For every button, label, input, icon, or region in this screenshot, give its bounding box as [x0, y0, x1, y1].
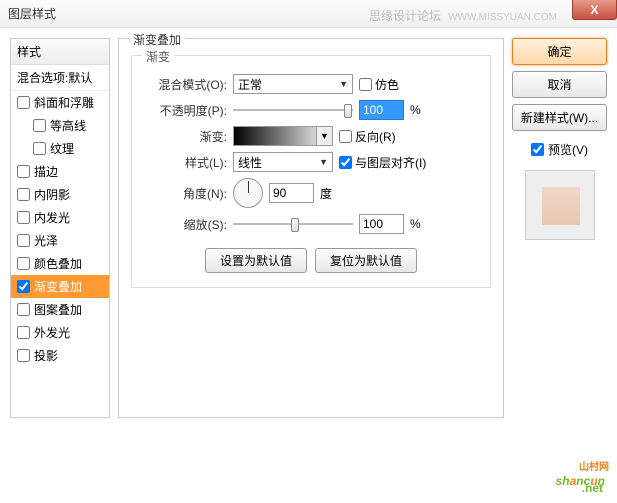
cancel-button[interactable]: 取消 — [512, 71, 607, 98]
opacity-input[interactable] — [359, 100, 404, 120]
fieldset-title: 渐变叠加 — [129, 31, 185, 48]
style-item[interactable]: 等高线 — [11, 114, 109, 137]
style-select[interactable]: 线性 ▼ — [233, 152, 333, 172]
gradient-overlay-fieldset: 渐变叠加 渐变 混合模式(O): 正常 ▼ 仿色 不透明度(P): — [118, 38, 504, 418]
slider-thumb[interactable] — [291, 218, 299, 232]
watermark-logo: shancun 山村网 .net — [556, 456, 605, 493]
ok-button[interactable]: 确定 — [512, 38, 607, 65]
style-item-label: 光泽 — [34, 232, 58, 249]
style-item-label: 投影 — [34, 347, 58, 364]
chevron-down-icon: ▼ — [319, 157, 328, 167]
style-item[interactable]: 图案叠加 — [11, 298, 109, 321]
window-title: 图层样式 — [8, 5, 56, 22]
slider-thumb[interactable] — [344, 104, 352, 118]
scale-input[interactable] — [359, 214, 404, 234]
style-row: 样式(L): 线性 ▼ 与图层对齐(I) — [142, 152, 480, 172]
style-item-checkbox[interactable] — [33, 142, 46, 155]
style-item-checkbox[interactable] — [17, 234, 30, 247]
make-default-button[interactable]: 设置为默认值 — [205, 248, 307, 273]
reset-default-button[interactable]: 复位为默认值 — [315, 248, 417, 273]
close-button[interactable]: X — [572, 0, 617, 20]
style-item-checkbox[interactable] — [17, 303, 30, 316]
scale-slider[interactable] — [233, 215, 353, 233]
style-item[interactable]: 光泽 — [11, 229, 109, 252]
style-item-checkbox[interactable] — [17, 211, 30, 224]
style-item-checkbox[interactable] — [17, 326, 30, 339]
angle-dial[interactable] — [233, 178, 263, 208]
dither-checkbox[interactable]: 仿色 — [359, 76, 399, 93]
blend-mode-label: 混合模式(O): — [142, 76, 227, 93]
watermark-top: 思缘设计论坛 WWW.MISSYUAN.COM — [369, 7, 557, 24]
style-item-label: 渐变叠加 — [34, 278, 82, 295]
style-item[interactable]: 颜色叠加 — [11, 252, 109, 275]
scale-row: 缩放(S): % — [142, 214, 480, 234]
main-panel: 渐变叠加 渐变 混合模式(O): 正常 ▼ 仿色 不透明度(P): — [118, 38, 504, 418]
style-item[interactable]: 内阴影 — [11, 183, 109, 206]
style-item[interactable]: 描边 — [11, 160, 109, 183]
dialog-body: 样式 混合选项:默认 斜面和浮雕等高线纹理描边内阴影内发光光泽颜色叠加渐变叠加图… — [0, 28, 617, 428]
style-label: 样式(L): — [142, 154, 227, 171]
chevron-down-icon: ▼ — [339, 79, 348, 89]
align-checkbox[interactable]: 与图层对齐(I) — [339, 154, 426, 171]
styles-list-panel: 样式 混合选项:默认 斜面和浮雕等高线纹理描边内阴影内发光光泽颜色叠加渐变叠加图… — [10, 38, 110, 418]
style-item-label: 纹理 — [50, 140, 74, 157]
angle-label: 角度(N): — [142, 185, 227, 202]
scale-label: 缩放(S): — [142, 216, 227, 233]
gradient-row: 渐变: ▼ 反向(R) — [142, 126, 480, 146]
style-item-label: 外发光 — [34, 324, 70, 341]
style-item-checkbox[interactable] — [17, 165, 30, 178]
style-item-checkbox[interactable] — [33, 119, 46, 132]
gradient-label: 渐变: — [142, 128, 227, 145]
default-buttons-row: 设置为默认值 复位为默认值 — [142, 248, 480, 273]
style-item-label: 颜色叠加 — [34, 255, 82, 272]
style-item-label: 等高线 — [50, 117, 86, 134]
gradient-inner-fieldset: 渐变 混合模式(O): 正常 ▼ 仿色 不透明度(P): — [131, 55, 491, 288]
preview-checkbox[interactable]: 预览(V) — [512, 141, 607, 158]
blend-options-item[interactable]: 混合选项:默认 — [11, 65, 109, 91]
style-item-checkbox[interactable] — [17, 349, 30, 362]
opacity-row: 不透明度(P): % — [142, 100, 480, 120]
inner-fieldset-title: 渐变 — [142, 48, 174, 65]
style-item[interactable]: 投影 — [11, 344, 109, 367]
right-panel: 确定 取消 新建样式(W)... 预览(V) — [512, 38, 607, 418]
blend-mode-row: 混合模式(O): 正常 ▼ 仿色 — [142, 74, 480, 94]
style-item-label: 内阴影 — [34, 186, 70, 203]
style-item-checkbox[interactable] — [17, 188, 30, 201]
opacity-slider[interactable] — [233, 101, 353, 119]
style-item[interactable]: 渐变叠加 — [11, 275, 109, 298]
close-icon: X — [590, 3, 598, 17]
style-item[interactable]: 外发光 — [11, 321, 109, 344]
gradient-picker[interactable]: ▼ — [233, 126, 333, 146]
style-item-checkbox[interactable] — [17, 280, 30, 293]
style-item-checkbox[interactable] — [17, 257, 30, 270]
titlebar: 图层样式 思缘设计论坛 WWW.MISSYUAN.COM X — [0, 0, 617, 28]
style-item-label: 描边 — [34, 163, 58, 180]
style-item-checkbox[interactable] — [17, 96, 30, 109]
opacity-label: 不透明度(P): — [142, 102, 227, 119]
new-style-button[interactable]: 新建样式(W)... — [512, 104, 607, 131]
styles-header[interactable]: 样式 — [11, 39, 109, 65]
style-item[interactable]: 斜面和浮雕 — [11, 91, 109, 114]
angle-row: 角度(N): 度 — [142, 178, 480, 208]
blend-mode-select[interactable]: 正常 ▼ — [233, 74, 353, 94]
style-item-label: 斜面和浮雕 — [34, 94, 94, 111]
angle-input[interactable] — [269, 183, 314, 203]
preview-thumbnail — [525, 170, 595, 240]
style-item-label: 图案叠加 — [34, 301, 82, 318]
reverse-checkbox[interactable]: 反向(R) — [339, 128, 396, 145]
chevron-down-icon[interactable]: ▼ — [316, 127, 332, 145]
style-item[interactable]: 纹理 — [11, 137, 109, 160]
style-item[interactable]: 内发光 — [11, 206, 109, 229]
style-item-label: 内发光 — [34, 209, 70, 226]
